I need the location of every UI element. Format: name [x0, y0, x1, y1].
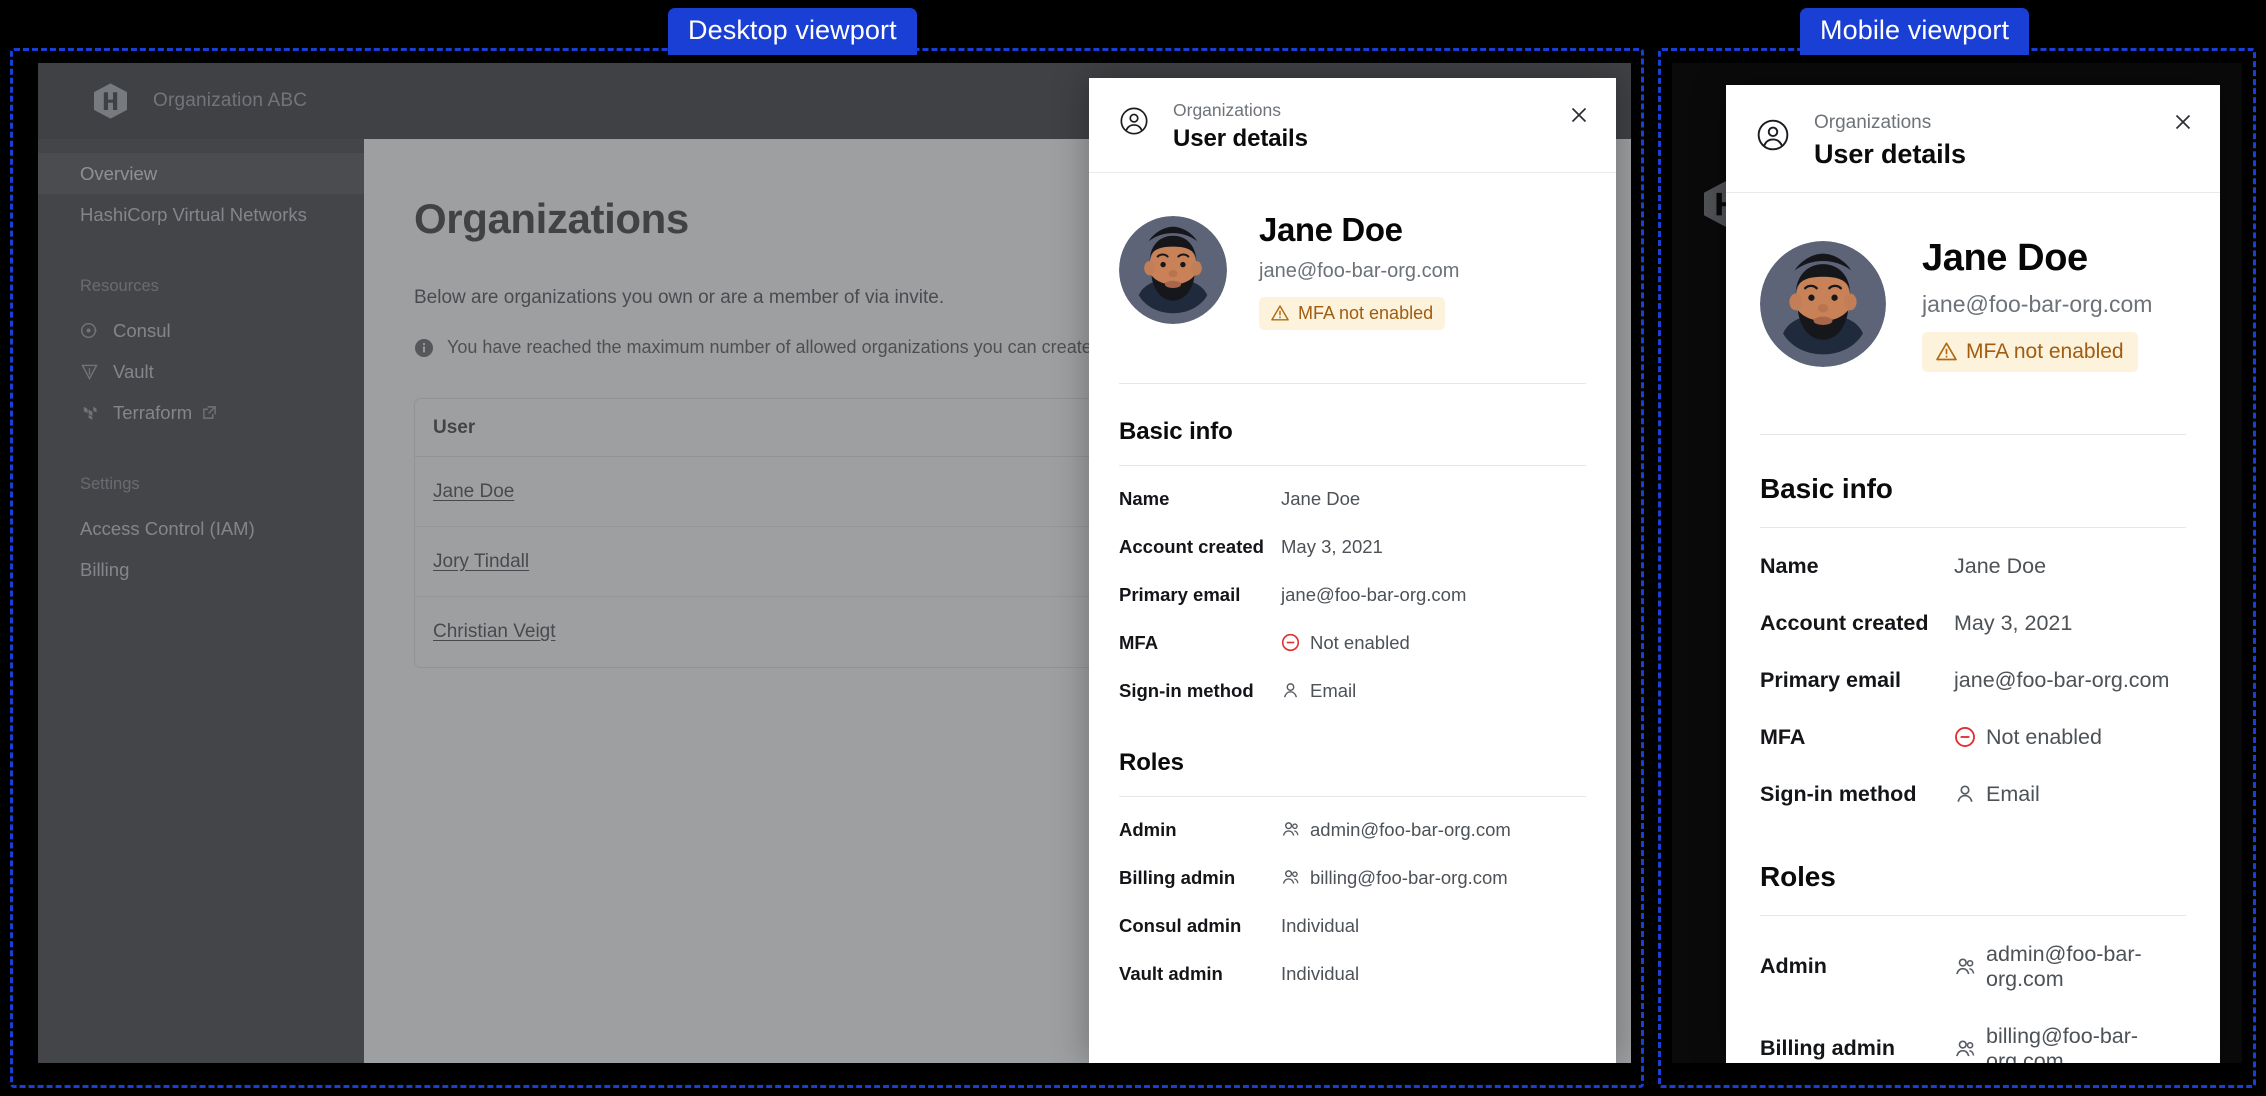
desktop-viewport-frame: [10, 48, 1644, 1088]
mobile-viewport-frame: [1658, 48, 2256, 1088]
mobile-viewport-label: Mobile viewport: [1800, 8, 2029, 55]
screenshot-stage: Organization ABC Overview HashiCorp Virt…: [0, 0, 2266, 1096]
desktop-viewport-label: Desktop viewport: [668, 8, 917, 55]
